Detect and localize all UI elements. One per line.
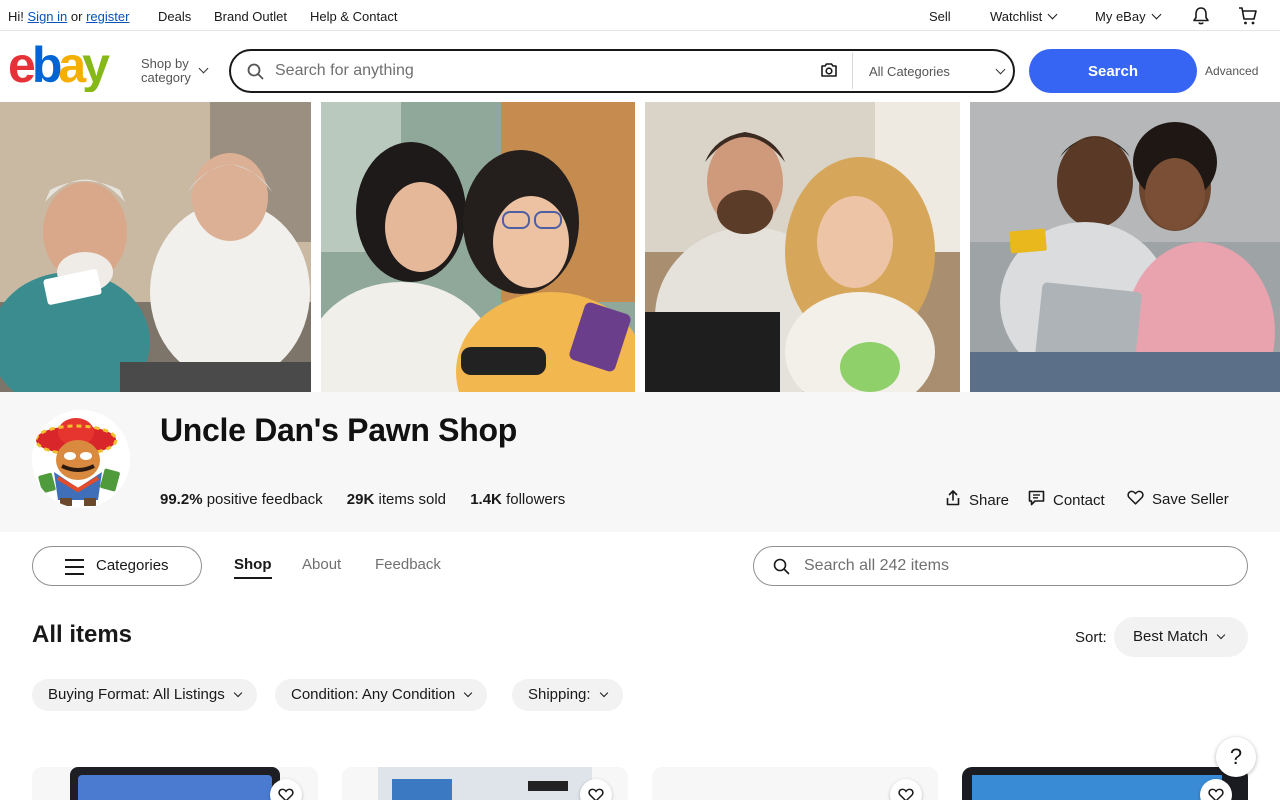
filter-condition[interactable]: Condition: Any Condition — [275, 679, 488, 711]
register-link[interactable]: register — [86, 9, 129, 24]
items-sold-value: 29K — [346, 491, 375, 508]
chevron-down-icon — [995, 64, 1006, 75]
chevron-down-icon — [233, 688, 242, 698]
feedback-stat[interactable]: 99.2% positive feedback — [160, 491, 323, 508]
followers-stat: 1.4K followers — [470, 491, 565, 508]
chevron-down-icon — [1047, 9, 1058, 20]
shop-by-line2: category — [141, 70, 191, 85]
sign-in-link[interactable]: Sign in — [28, 9, 68, 24]
sell-link[interactable]: Sell — [929, 9, 951, 24]
categories-button[interactable]: Categories — [32, 546, 202, 586]
store-logo-avatar — [32, 410, 130, 508]
tab-about[interactable]: About — [302, 556, 341, 573]
camera-icon[interactable] — [820, 62, 838, 83]
share-label: Share — [969, 491, 1010, 509]
search-icon — [247, 63, 264, 85]
items-sold-stat: 29K items sold — [347, 491, 446, 508]
share-icon — [945, 490, 961, 510]
filter-condition-label: Condition: Any Condition — [291, 686, 456, 703]
share-button[interactable]: Share — [945, 490, 1009, 510]
categories-label: Categories — [96, 557, 169, 574]
feedback-label: positive feedback — [206, 491, 323, 508]
items-sold-label: items sold — [378, 491, 447, 508]
store-stats: 99.2% positive feedback 29K items sold 1… — [160, 491, 585, 508]
search-divider — [852, 53, 853, 89]
all-items-heading: All items — [32, 621, 133, 648]
menu-icon — [65, 559, 84, 580]
store-name: Uncle Dan's Pawn Shop — [160, 412, 517, 448]
contact-button[interactable]: Contact — [1028, 490, 1105, 510]
my-ebay-menu[interactable]: My eBay — [1095, 9, 1162, 24]
chevron-down-icon — [599, 688, 608, 698]
filter-shipping-label: Shipping: — [528, 686, 591, 703]
item-image — [378, 767, 592, 800]
followers-label: followers — [506, 491, 566, 508]
tab-shop[interactable]: Shop — [234, 556, 272, 579]
banner-photo-2 — [321, 102, 635, 392]
save-seller-button[interactable]: Save Seller — [1127, 490, 1229, 509]
category-select-value: All Categories — [869, 64, 950, 79]
chevron-down-icon — [1216, 630, 1226, 640]
store-search-box — [753, 546, 1248, 586]
save-seller-label: Save Seller — [1152, 491, 1229, 508]
message-icon — [1028, 490, 1045, 510]
shop-by-line1: Shop by — [141, 56, 189, 71]
deals-link[interactable]: Deals — [158, 9, 191, 24]
help-button[interactable]: ? — [1216, 737, 1256, 777]
tab-feedback[interactable]: Feedback — [375, 556, 441, 573]
banner-photo-3 — [645, 102, 960, 392]
global-search-box: All Categories — [229, 49, 1015, 93]
followers-value: 1.4K — [470, 491, 502, 508]
store-header: Uncle Dan's Pawn Shop 99.2% positive fee… — [0, 392, 1280, 532]
cart-icon[interactable] — [1238, 6, 1258, 29]
sort-label: Sort: — [1075, 629, 1107, 646]
category-select[interactable]: All Categories — [869, 64, 1006, 79]
filter-buying-format[interactable]: Buying Format: All Listings — [32, 679, 257, 711]
store-search-input[interactable] — [804, 556, 1224, 576]
banner-photo-4 — [970, 102, 1280, 392]
feedback-value: 99.2% — [160, 491, 203, 508]
top-utility-bar: Hi! Sign in or register Deals Brand Outl… — [0, 0, 1280, 31]
chevron-down-icon — [198, 63, 209, 74]
item-image — [70, 767, 280, 800]
search-button[interactable]: Search — [1029, 49, 1197, 93]
or-text: or — [70, 9, 83, 24]
greeting-text: Hi! — [8, 9, 24, 24]
filter-buying-format-label: Buying Format: All Listings — [48, 686, 225, 703]
shop-by-category-button[interactable]: Shop by category — [141, 56, 209, 85]
help-contact-link[interactable]: Help & Contact — [310, 9, 397, 24]
ebay-logo[interactable]: ebay — [8, 37, 126, 93]
chevron-down-icon — [464, 688, 473, 698]
heart-icon — [1127, 490, 1144, 509]
chevron-down-icon — [1151, 9, 1162, 20]
sort-value: Best Match — [1133, 628, 1209, 645]
banner-photo-1 — [0, 102, 311, 392]
search-icon — [773, 558, 790, 580]
brand-outlet-link[interactable]: Brand Outlet — [214, 9, 287, 24]
contact-label: Contact — [1053, 491, 1105, 509]
watchlist-label: Watchlist — [990, 9, 1043, 24]
watchlist-menu[interactable]: Watchlist — [990, 9, 1058, 24]
help-icon: ? — [1229, 744, 1243, 769]
my-ebay-label: My eBay — [1095, 9, 1146, 24]
bell-icon[interactable] — [1191, 6, 1211, 29]
filter-shipping[interactable]: Shipping: — [512, 679, 623, 711]
global-search-input[interactable] — [275, 61, 795, 81]
advanced-search-link[interactable]: Advanced — [1205, 64, 1258, 78]
svg-text:ebay: ebay — [8, 44, 110, 92]
sort-dropdown[interactable]: Best Match — [1114, 617, 1248, 657]
sign-in-greeting: Hi! Sign in or register — [8, 9, 129, 24]
